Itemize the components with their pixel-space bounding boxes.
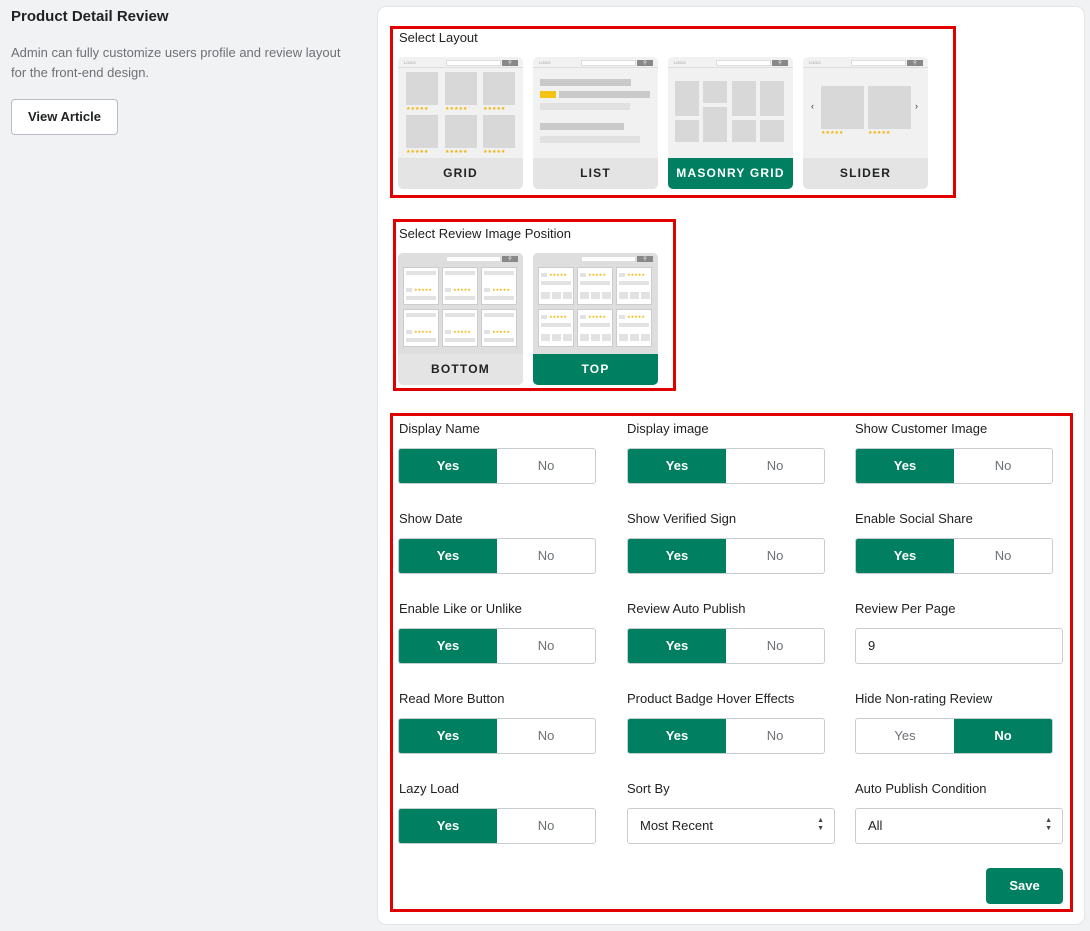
search-icon: ⚲ <box>502 60 518 66</box>
review-auto-publish-toggle[interactable]: Yes No <box>627 628 825 664</box>
yes-option[interactable]: Yes <box>628 539 726 573</box>
slider-preview: LOGO ⚲ ‹ ★★★★★ ★★★★★ › <box>803 57 928 158</box>
yes-option[interactable]: Yes <box>399 539 497 573</box>
yes-option[interactable]: Yes <box>856 719 954 753</box>
enable-like-toggle[interactable]: Yes No <box>398 628 596 664</box>
no-option[interactable]: No <box>497 719 595 753</box>
no-option[interactable]: No <box>726 449 824 483</box>
no-option[interactable]: No <box>726 719 824 753</box>
review-per-page-input[interactable]: 9 <box>855 628 1063 664</box>
review-per-page-label: Review Per Page <box>855 601 956 616</box>
show-verified-sign-toggle[interactable]: Yes No <box>627 538 825 574</box>
sort-by-label: Sort By <box>627 781 670 796</box>
yes-option[interactable]: Yes <box>399 719 497 753</box>
yes-option[interactable]: Yes <box>628 719 726 753</box>
show-date-label: Show Date <box>399 511 463 526</box>
yes-option[interactable]: Yes <box>399 449 497 483</box>
layout-option-grid[interactable]: LOGO ⚲ ★★★★★ ★★★★★ ★★★★★ ★★★★★ ★★★★★ ★★★★… <box>398 57 523 189</box>
grid-preview: LOGO ⚲ ★★★★★ ★★★★★ ★★★★★ ★★★★★ ★★★★★ ★★★★… <box>398 57 523 158</box>
show-date-toggle[interactable]: Yes No <box>398 538 596 574</box>
yes-option[interactable]: Yes <box>399 629 497 663</box>
sort-by-value: Most Recent <box>640 818 713 833</box>
image-position-label: Select Review Image Position <box>399 226 571 241</box>
display-image-toggle[interactable]: Yes No <box>627 448 825 484</box>
view-article-button[interactable]: View Article <box>11 99 118 135</box>
badge-hover-toggle[interactable]: Yes No <box>627 718 825 754</box>
page-description: Admin can fully customize users profile … <box>11 45 341 80</box>
layout-option-list[interactable]: LOGO ⚲ LIST <box>533 57 658 189</box>
bottom-preview: BOTTOM⚲ ★★★★★ ★★★★★ ★★★★★ ★★★★★ ★★★★★ ★★… <box>398 253 523 354</box>
layout-option-label: LIST <box>533 158 658 189</box>
display-image-label: Display image <box>627 421 709 436</box>
page-title: Product Detail Review <box>11 8 169 25</box>
no-option[interactable]: No <box>497 809 595 843</box>
select-caret-icon: ▲ ▼ <box>817 817 824 832</box>
display-name-label: Display Name <box>399 421 480 436</box>
image-position-option-label: BOTTOM <box>398 354 523 385</box>
layout-option-masonry-grid[interactable]: LOGO ⚲ MASONRY GRID <box>668 57 793 189</box>
no-option[interactable]: No <box>497 629 595 663</box>
layout-option-label: SLIDER <box>803 158 928 189</box>
layout-label: Select Layout <box>399 30 478 45</box>
auto-publish-condition-label: Auto Publish Condition <box>855 781 987 796</box>
enable-like-label: Enable Like or Unlike <box>399 601 522 616</box>
no-option[interactable]: No <box>954 539 1052 573</box>
enable-social-share-label: Enable Social Share <box>855 511 973 526</box>
yes-option[interactable]: Yes <box>628 629 726 663</box>
yes-option[interactable]: Yes <box>856 539 954 573</box>
top-preview: ⚲ ★★★★★ ★★★★★ ★★★★★ ★★★★★ ★★★★★ ★★★★★ <box>533 253 658 354</box>
masonry-preview: LOGO ⚲ <box>668 57 793 158</box>
save-button[interactable]: Save <box>986 868 1063 904</box>
chevron-left-icon: ‹ <box>811 101 814 111</box>
auto-publish-condition-value: All <box>868 818 883 833</box>
no-option[interactable]: No <box>954 449 1052 483</box>
search-icon: ⚲ <box>502 256 518 262</box>
no-option[interactable]: No <box>954 719 1052 753</box>
yes-option[interactable]: Yes <box>399 809 497 843</box>
list-preview: LOGO ⚲ <box>533 57 658 158</box>
hide-non-rating-label: Hide Non-rating Review <box>855 691 993 706</box>
image-position-bottom[interactable]: BOTTOM⚲ ★★★★★ ★★★★★ ★★★★★ ★★★★★ ★★★★★ ★★… <box>398 253 523 385</box>
review-auto-publish-label: Review Auto Publish <box>627 601 746 616</box>
section-intro: Product Detail Review Admin can fully cu… <box>11 8 341 135</box>
chevron-right-icon: › <box>915 101 918 111</box>
search-icon: ⚲ <box>637 60 653 66</box>
badge-hover-label: Product Badge Hover Effects <box>627 691 795 706</box>
display-name-toggle[interactable]: Yes No <box>398 448 596 484</box>
no-option[interactable]: No <box>726 629 824 663</box>
lazy-load-label: Lazy Load <box>399 781 459 796</box>
yes-option[interactable]: Yes <box>856 449 954 483</box>
read-more-button-label: Read More Button <box>399 691 505 706</box>
read-more-button-toggle[interactable]: Yes No <box>398 718 596 754</box>
image-position-option-label: TOP <box>533 354 658 385</box>
show-customer-image-toggle[interactable]: Yes No <box>855 448 1053 484</box>
select-caret-icon: ▲ ▼ <box>1045 817 1052 832</box>
search-icon: ⚲ <box>637 256 653 262</box>
no-option[interactable]: No <box>726 539 824 573</box>
search-icon: ⚲ <box>907 60 923 66</box>
show-verified-sign-label: Show Verified Sign <box>627 511 737 526</box>
hide-non-rating-toggle[interactable]: Yes No <box>855 718 1053 754</box>
layout-option-label: GRID <box>398 158 523 189</box>
no-option[interactable]: No <box>497 449 595 483</box>
layout-option-label: MASONRY GRID <box>668 158 793 189</box>
sort-by-select[interactable]: Most Recent ▲ ▼ <box>627 808 835 844</box>
auto-publish-condition-select[interactable]: All ▲ ▼ <box>855 808 1063 844</box>
search-icon: ⚲ <box>772 60 788 66</box>
enable-social-share-toggle[interactable]: Yes No <box>855 538 1053 574</box>
layout-option-slider[interactable]: LOGO ⚲ ‹ ★★★★★ ★★★★★ › SLIDER <box>803 57 928 189</box>
show-customer-image-label: Show Customer Image <box>855 421 988 436</box>
no-option[interactable]: No <box>497 539 595 573</box>
lazy-load-toggle[interactable]: Yes No <box>398 808 596 844</box>
image-position-top[interactable]: ⚲ ★★★★★ ★★★★★ ★★★★★ ★★★★★ ★★★★★ ★★★★★ TO… <box>533 253 658 385</box>
yes-option[interactable]: Yes <box>628 449 726 483</box>
